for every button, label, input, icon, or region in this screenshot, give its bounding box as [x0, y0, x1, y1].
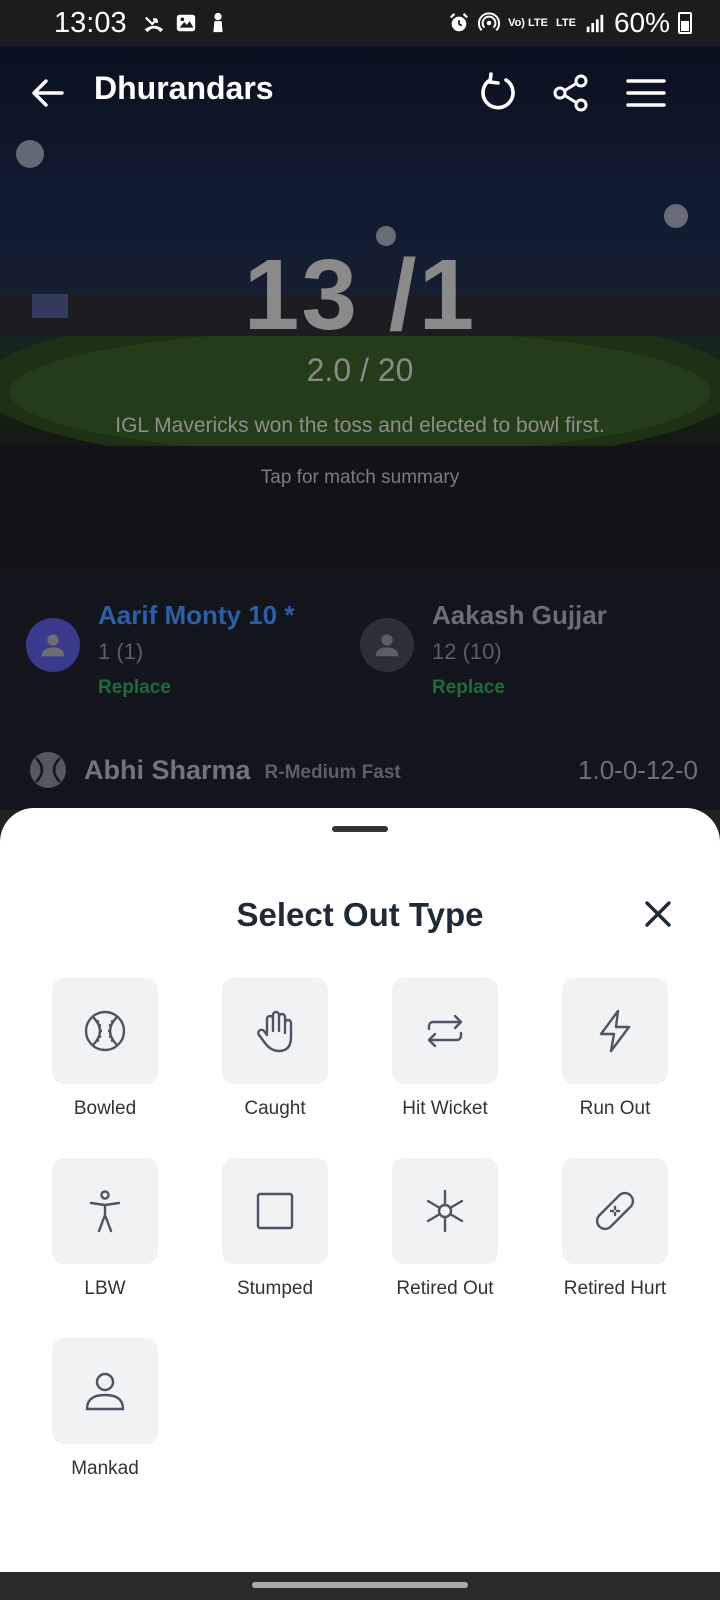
screen: 13:03 Vo) LTE LTE 60% Dhurandars 13 /1 2…	[0, 0, 720, 1600]
batter-non-striker[interactable]: Aakash Gujjar 12 (10) Replace	[360, 600, 607, 699]
square-icon	[256, 1192, 294, 1230]
out-option-run-out[interactable]: Run Out	[534, 978, 704, 1138]
back-arrow-icon[interactable]	[26, 72, 68, 114]
undo-icon[interactable]	[474, 70, 520, 116]
avatar	[26, 618, 80, 672]
signal-icon	[586, 14, 604, 33]
cricket-ball-icon	[30, 752, 66, 788]
out-option-label: Run Out	[579, 1098, 651, 1119]
home-gesture-bar[interactable]	[252, 1582, 468, 1588]
share-icon[interactable]	[550, 72, 592, 114]
overs-display: 2.0 / 20	[306, 352, 414, 388]
drag-handle[interactable]	[332, 826, 388, 832]
user-icon	[85, 1372, 125, 1411]
batter-score: 12 (10)	[432, 639, 502, 664]
batter-score: 1 (1)	[98, 639, 144, 664]
toss-result: IGL Mavericks won the toss and elected t…	[115, 414, 605, 437]
figure-icon	[212, 12, 223, 33]
batter-striker[interactable]: Aarif Monty 10 * 1 (1) Replace	[26, 600, 295, 699]
out-option-label: Stumped	[236, 1278, 314, 1299]
out-option-label: Caught	[244, 1098, 306, 1119]
volte-label: Vo) LTE	[508, 16, 548, 29]
sheet-title: Select Out Type	[236, 896, 484, 933]
out-option-mankad[interactable]: Mankad	[24, 1338, 194, 1498]
batter-name: Aakash Gujjar	[432, 600, 607, 630]
menu-icon[interactable]	[624, 72, 668, 114]
out-option-label: Bowled	[73, 1098, 137, 1119]
out-option-retired-hurt[interactable]: Retired Hurt	[534, 1158, 704, 1318]
out-option-caught[interactable]: Caught	[194, 978, 364, 1138]
bowler-row[interactable]: Abhi Sharma R-Medium Fast 1.0-0-12-0	[28, 750, 698, 790]
replace-button[interactable]: Replace	[432, 677, 607, 699]
lightning-icon	[599, 1009, 631, 1053]
out-option-label: Retired Out	[396, 1278, 494, 1299]
bowler-style: R-Medium Fast	[264, 762, 401, 783]
lte-label: LTE	[555, 16, 576, 29]
repeat-arrows-icon	[427, 1014, 463, 1048]
bowler-figures: 1.0-0-12-0	[578, 754, 698, 785]
out-option-label: Hit Wicket	[402, 1098, 488, 1119]
user-icon	[41, 634, 65, 657]
bandage-icon	[595, 1191, 635, 1231]
score-display: 13 /1	[243, 239, 477, 351]
out-option-retired-out[interactable]: Retired Out	[364, 1158, 534, 1318]
battery-icon	[678, 12, 692, 34]
missed-call-icon	[144, 16, 163, 33]
innings-panel: Aarif Monty 10 * 1 (1) Replace Aakash Gu…	[0, 570, 720, 810]
close-icon[interactable]	[640, 896, 676, 932]
app-bar: Dhurandars	[0, 46, 720, 140]
batter-name: Aarif Monty 10 *	[98, 600, 295, 630]
cricket-ball-icon	[84, 1010, 126, 1052]
team-title: Dhurandars	[94, 70, 274, 106]
status-time: 13:03	[54, 6, 127, 39]
person-standing-icon	[89, 1190, 121, 1233]
hand-icon	[257, 1010, 293, 1053]
replace-button[interactable]: Replace	[98, 677, 295, 699]
asterisk-icon	[426, 1189, 464, 1233]
out-option-label: LBW	[84, 1278, 126, 1299]
hotspot-icon	[478, 12, 501, 32]
out-option-label: Mankad	[71, 1458, 139, 1479]
out-option-label: Retired Hurt	[563, 1278, 667, 1299]
battery-percent: 60%	[613, 7, 670, 38]
status-bar: 13:03 Vo) LTE LTE 60%	[0, 0, 720, 46]
out-type-sheet: Select Out Type Bowled Caught Hit Wicket…	[0, 808, 720, 1572]
alarm-icon	[450, 13, 469, 32]
out-option-bowled[interactable]: Bowled	[24, 978, 194, 1138]
bowler-name: Abhi Sharma	[84, 754, 251, 785]
gallery-icon	[176, 14, 195, 32]
match-summary-hint[interactable]: Tap for match summary	[0, 467, 720, 489]
navigation-bar	[0, 1572, 720, 1600]
out-option-stumped[interactable]: Stumped	[194, 1158, 364, 1318]
out-option-lbw[interactable]: LBW	[24, 1158, 194, 1318]
out-option-hit-wicket[interactable]: Hit Wicket	[364, 978, 534, 1138]
avatar	[360, 618, 414, 672]
user-icon	[375, 634, 399, 657]
